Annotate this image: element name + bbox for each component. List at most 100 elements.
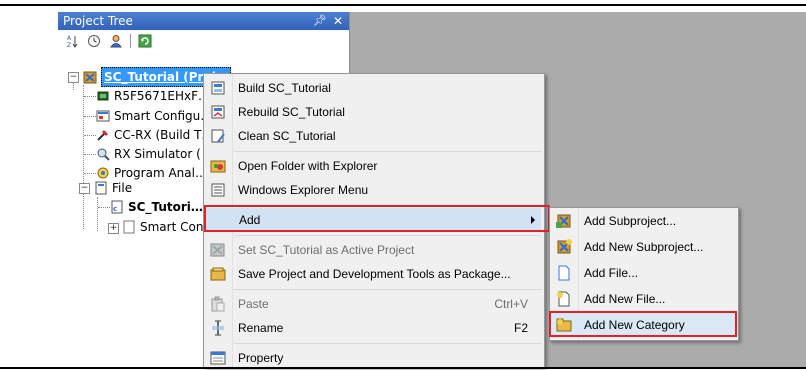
rename-icon xyxy=(212,320,224,336)
tree-line xyxy=(84,154,96,155)
smart-config-icon xyxy=(96,110,110,122)
menu-item-clean[interactable]: Clean SC_Tutorial xyxy=(204,124,544,148)
submenu-item-add-new-category[interactable]: Add New Category xyxy=(550,313,738,337)
menu-item-open-folder[interactable]: Open Folder with Explorer xyxy=(204,154,544,178)
toolbar-separator xyxy=(130,34,131,48)
analysis-icon xyxy=(97,167,109,179)
tree-item[interactable]: R5F5671EHxF… xyxy=(96,87,210,105)
tree-item-label: File xyxy=(112,181,133,195)
tree-item-label: SC_Tutori… xyxy=(128,200,203,214)
menu-item-label: Set SC_Tutorial as Active Project xyxy=(238,243,415,257)
menu-separator xyxy=(234,205,542,206)
tree-item[interactable]: Smart Con… xyxy=(122,218,215,236)
project-icon xyxy=(83,71,97,84)
sort-icon[interactable]: AZ xyxy=(64,33,80,49)
clean-icon xyxy=(211,129,225,143)
menu-item-label: Add New Category xyxy=(584,318,685,332)
open-folder-icon xyxy=(210,160,226,173)
svg-text:A: A xyxy=(67,35,72,42)
tree-item-label: Smart Configu… xyxy=(114,109,213,123)
tree-toolbar: AZ xyxy=(58,30,349,52)
menu-item-label: Windows Explorer Menu xyxy=(238,183,369,197)
active-project-icon xyxy=(210,243,225,257)
tree-item[interactable]: File xyxy=(94,179,132,197)
tree-line xyxy=(84,116,96,117)
tree-item-label: CC-RX (Build T… xyxy=(114,128,214,142)
clock-icon[interactable] xyxy=(86,33,102,49)
submenu-item-add-file[interactable]: Add File... xyxy=(550,261,738,285)
svg-text:c: c xyxy=(113,205,117,213)
tree-line xyxy=(84,96,96,97)
tree-item-label: RX Simulator ( xyxy=(114,147,201,161)
menu-item-label: Open Folder with Explorer xyxy=(238,159,378,173)
tree-line xyxy=(83,85,84,229)
package-icon xyxy=(210,267,226,281)
person-icon[interactable] xyxy=(108,33,124,49)
menu-item-label: Build SC_Tutorial xyxy=(238,81,331,95)
menu-separator xyxy=(234,289,542,290)
tree-line xyxy=(98,207,110,208)
add-file-icon xyxy=(558,265,570,281)
menu-item-label: Add Subproject... xyxy=(584,214,677,228)
property-icon xyxy=(210,351,226,365)
source-file-icon: c xyxy=(111,200,123,214)
menu-item-rebuild[interactable]: Rebuild SC_Tutorial xyxy=(204,100,544,124)
tree-line xyxy=(84,173,96,174)
menu-item-label: Paste xyxy=(238,297,269,311)
menu-item-label: Save Project and Development Tools as Pa… xyxy=(238,267,511,281)
panel-title: Project Tree xyxy=(63,14,133,28)
build-icon xyxy=(211,81,225,95)
tree-item[interactable]: Smart Configu… xyxy=(96,107,212,125)
submenu-item-add-new-subproject[interactable]: Add New Subproject... xyxy=(550,235,738,259)
menu-item-set-active[interactable]: Set SC_Tutorial as Active Project xyxy=(204,238,544,262)
menu-item-label: Add New File... xyxy=(584,292,666,306)
panel-title-bar: Project Tree 📌︎ ✕ xyxy=(58,12,349,30)
rebuild-icon xyxy=(211,105,225,119)
menu-item-windows-explorer[interactable]: Windows Explorer Menu xyxy=(204,178,544,202)
context-menu: Build SC_Tutorial Rebuild SC_Tutorial Cl… xyxy=(203,73,545,368)
expand-toggle[interactable]: + xyxy=(108,223,119,234)
close-icon[interactable]: ✕ xyxy=(333,12,343,30)
add-submenu: Add Subproject... Add New Subproject... … xyxy=(549,207,739,341)
menu-item-label: Add File... xyxy=(584,266,639,280)
add-new-category-icon xyxy=(556,318,572,332)
tree-item[interactable]: RX Simulator ( xyxy=(96,145,201,163)
collapse-toggle[interactable]: − xyxy=(79,183,90,194)
menu-item-paste[interactable]: Paste Ctrl+V xyxy=(204,292,544,316)
menu-separator xyxy=(234,151,542,152)
build-tool-icon xyxy=(97,130,108,141)
menu-item-label: Clean SC_Tutorial xyxy=(238,129,336,143)
tree-line xyxy=(84,135,96,136)
simulator-icon xyxy=(97,148,110,161)
generic-file-icon xyxy=(123,220,135,234)
file-folder-icon xyxy=(95,181,107,195)
svg-text:Z: Z xyxy=(67,42,71,48)
device-icon xyxy=(97,91,109,101)
menu-item-label: Rebuild SC_Tutorial xyxy=(238,105,345,119)
tree-item[interactable]: c SC_Tutori… xyxy=(110,198,203,216)
top-rule xyxy=(0,4,806,6)
add-subproject-icon xyxy=(556,214,571,228)
menu-item-add[interactable]: Add xyxy=(205,208,541,232)
paste-icon xyxy=(211,296,225,312)
tree-item[interactable]: CC-RX (Build T… xyxy=(96,126,213,144)
refresh-icon[interactable] xyxy=(137,33,153,49)
add-new-subproject-icon xyxy=(557,239,572,254)
collapse-toggle[interactable]: − xyxy=(68,72,79,83)
submenu-arrow-icon xyxy=(531,216,535,224)
submenu-item-add-subproject[interactable]: Add Subproject... xyxy=(550,209,738,233)
explorer-menu-icon xyxy=(211,183,225,197)
pin-icon[interactable]: 📌︎ xyxy=(313,12,327,30)
menu-item-rename[interactable]: Rename F2 xyxy=(204,316,544,340)
add-new-file-icon xyxy=(557,291,570,307)
menu-item-label: Rename xyxy=(238,321,284,335)
menu-item-shortcut: Ctrl+V xyxy=(494,297,528,311)
menu-item-label: Add New Subproject... xyxy=(584,240,704,254)
menu-item-shortcut: F2 xyxy=(513,321,528,335)
tree-line xyxy=(97,197,98,231)
menu-separator xyxy=(234,235,542,236)
menu-item-save-package[interactable]: Save Project and Development Tools as Pa… xyxy=(204,262,544,286)
submenu-item-add-new-file[interactable]: Add New File... xyxy=(550,287,738,311)
tree-item-label: R5F5671EHxF… xyxy=(114,89,211,103)
menu-item-build[interactable]: Build SC_Tutorial xyxy=(204,76,544,100)
